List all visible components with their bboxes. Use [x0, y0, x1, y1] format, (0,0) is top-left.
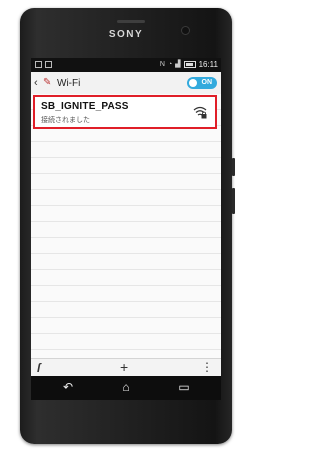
network-status: 接続されました [41, 117, 90, 124]
wps-icon[interactable]: ſ [37, 361, 40, 375]
network-ssid: SB_IGNITE_PASS [41, 101, 129, 112]
image-icon [35, 61, 42, 68]
power-button [232, 158, 235, 176]
toggle-knob [189, 79, 197, 87]
bottom-action-bar: ſ + ⋮ [31, 358, 221, 377]
toggle-label: ON [201, 79, 213, 86]
page-title: Wi-Fi [57, 78, 81, 89]
add-network-button[interactable]: + [120, 359, 128, 375]
overflow-menu-button[interactable]: ⋮ [201, 360, 213, 374]
nfc-icon: N [159, 61, 165, 68]
navigation-bar: ↶ ⌂ ▭ [31, 376, 221, 400]
status-bar: N ◔ ▟ 16:11 [31, 58, 221, 72]
back-arrow-icon[interactable]: ‹ [34, 77, 38, 89]
battery-icon [183, 61, 196, 68]
phone-body: SONY N ◔ ▟ 16:11 ‹ ✎ Wi-Fi ON SB_IGNITE_… [20, 8, 235, 444]
wifi-locked-icon [193, 106, 207, 119]
recent-apps-icon[interactable]: ▭ [177, 380, 191, 394]
home-icon[interactable]: ⌂ [119, 380, 133, 394]
volume-button [232, 188, 235, 214]
settings-tool-icon: ✎ [43, 77, 52, 88]
screen: N ◔ ▟ 16:11 ‹ ✎ Wi-Fi ON SB_IGNITE_PASS … [31, 58, 221, 400]
brand-logo: SONY [108, 29, 144, 40]
wifi-icon: ◔ [167, 61, 173, 68]
earpiece-speaker [117, 20, 145, 23]
status-time: 16:11 [198, 60, 218, 69]
back-icon[interactable]: ↶ [61, 380, 75, 394]
network-list: SB_IGNITE_PASS 接続されました [31, 94, 221, 358]
action-bar: ‹ ✎ Wi-Fi ON [31, 72, 221, 95]
wifi-toggle[interactable]: ON [187, 77, 217, 89]
signal-icon: ▟ [175, 61, 181, 68]
notification-icon [45, 61, 52, 68]
network-item[interactable]: SB_IGNITE_PASS 接続されました [33, 95, 217, 129]
